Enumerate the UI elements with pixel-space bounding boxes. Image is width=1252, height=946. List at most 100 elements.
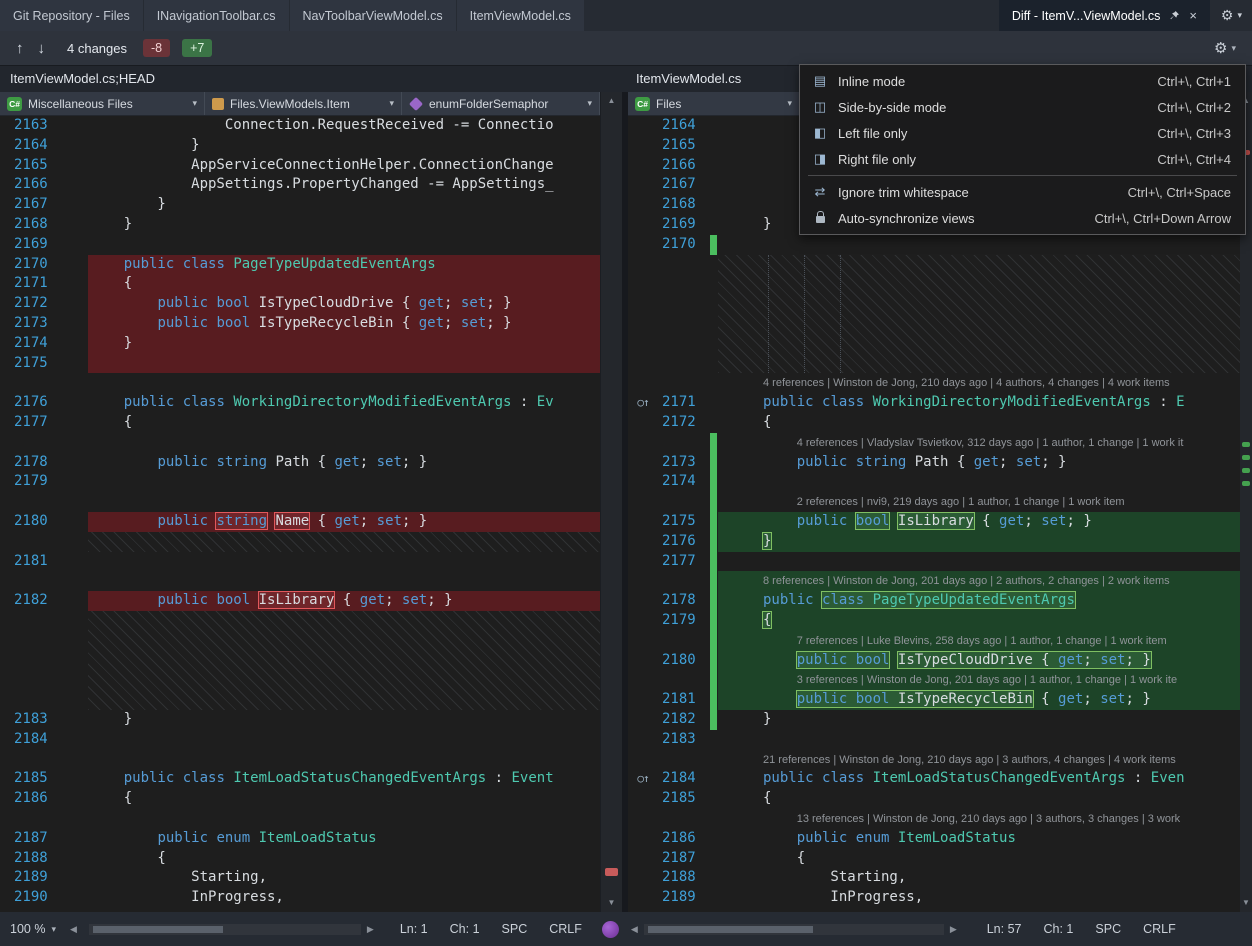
next-change-button[interactable]: ↓ (38, 41, 46, 56)
code-text[interactable]: { (718, 413, 1240, 433)
code-text[interactable]: Starting, (718, 868, 1240, 888)
codelens-text[interactable]: 2 references | nvi9, 219 days ago | 1 au… (718, 492, 1240, 512)
zoom-control[interactable]: 100 % ▾ (0, 922, 66, 936)
right-column-indicator[interactable]: Ch: 1 (1044, 922, 1074, 936)
codelens-text[interactable]: 13 references | Winston de Jong, 210 day… (718, 809, 1240, 829)
breadcrumb-dropdown-project[interactable]: C#Files▾ (628, 92, 800, 115)
codelens-text[interactable]: 3 references | Winston de Jong, 201 days… (718, 670, 1240, 690)
code-text[interactable]: { (718, 789, 1240, 809)
codelens-label[interactable]: 2 references | nvi9, 219 days ago | 1 au… (763, 493, 1124, 512)
code-text[interactable]: } (718, 532, 1240, 552)
code-text[interactable]: Connection.RequestReceived -= Connectio (88, 116, 600, 136)
code-text[interactable]: public class WorkingDirectoryModifiedEve… (88, 393, 600, 413)
scroll-left-icon[interactable]: ◀ (70, 924, 77, 935)
tab[interactable]: NavToolbarViewModel.cs (290, 0, 456, 31)
scroll-left-icon[interactable]: ◀ (631, 924, 638, 935)
code-text[interactable]: public class PageTypeUpdatedEventArgs (718, 591, 1240, 611)
code-text[interactable]: public bool IsTypeCloudDrive { get; set;… (88, 294, 600, 314)
left-space-indicator[interactable]: SPC (502, 922, 528, 936)
codelens-text[interactable]: 7 references | Luke Blevins, 258 days ag… (718, 631, 1240, 651)
code-text[interactable] (718, 730, 1240, 750)
codelens-label[interactable]: 21 references | Winston de Jong, 210 day… (763, 751, 1176, 770)
code-text[interactable]: public bool IsTypeRecycleBin { get; set;… (88, 314, 600, 334)
code-text[interactable]: public class ItemLoadStatusChangedEventA… (88, 769, 600, 789)
code-text[interactable]: } (88, 136, 600, 156)
code-text[interactable] (718, 552, 1240, 572)
scrollbar-thumb[interactable] (648, 926, 813, 933)
left-vertical-scrollbar[interactable]: ▲ ▼ (600, 92, 622, 912)
codelens-label[interactable]: 7 references | Luke Blevins, 258 days ag… (763, 632, 1167, 651)
right-horizontal-scrollbar[interactable] (644, 924, 944, 935)
codelens-text[interactable]: 8 references | Winston de Jong, 201 days… (718, 571, 1240, 591)
code-text[interactable]: public string Path { get; set; } (88, 453, 600, 473)
menu-item-right-file-only[interactable]: ◨Right file onlyCtrl+\, Ctrl+4 (802, 146, 1243, 172)
previous-change-button[interactable]: ↑ (16, 41, 24, 56)
code-text[interactable]: public string Name { get; set; } (88, 512, 600, 532)
code-text[interactable]: { (88, 849, 600, 869)
codelens-label[interactable]: 4 references | Winston de Jong, 210 days… (763, 374, 1170, 393)
code-text[interactable]: public enum ItemLoadStatus (718, 829, 1240, 849)
code-text[interactable]: public enum ItemLoadStatus (88, 829, 600, 849)
code-text[interactable]: AppSettings.PropertyChanged -= AppSettin… (88, 175, 600, 195)
tab[interactable]: Git Repository - Files (0, 0, 143, 31)
left-column-indicator[interactable]: Ch: 1 (450, 922, 480, 936)
code-text[interactable] (88, 235, 600, 255)
scroll-up-icon[interactable]: ▲ (601, 94, 622, 108)
scrollbar-thumb[interactable] (93, 926, 223, 933)
code-text[interactable]: { (718, 611, 1240, 631)
scroll-down-icon[interactable]: ▼ (1240, 896, 1252, 910)
code-text[interactable]: public class WorkingDirectoryModifiedEve… (718, 393, 1240, 413)
code-text[interactable]: { (88, 274, 600, 294)
code-text[interactable]: public class PageTypeUpdatedEventArgs (88, 255, 600, 275)
tab[interactable]: Diff - ItemV...ViewModel.cs× (999, 0, 1210, 31)
scroll-down-icon[interactable]: ▼ (601, 896, 622, 910)
code-text[interactable]: public bool IsTypeRecycleBin { get; set;… (718, 690, 1240, 710)
codelens-label[interactable]: 4 references | Vladyslav Tsvietkov, 312 … (763, 434, 1183, 453)
pin-icon[interactable] (1169, 10, 1180, 21)
right-eol-indicator[interactable]: CRLF (1143, 922, 1176, 936)
code-text[interactable] (88, 354, 600, 374)
code-text[interactable] (88, 552, 600, 572)
scroll-right-icon[interactable]: ▶ (950, 924, 957, 935)
code-text[interactable]: } (88, 334, 600, 354)
menu-item-auto-synchronize-views[interactable]: Auto-synchronize viewsCtrl+\, Ctrl+Down … (802, 205, 1243, 231)
codelens-label[interactable]: 3 references | Winston de Jong, 201 days… (763, 671, 1177, 690)
code-text[interactable]: } (718, 710, 1240, 730)
code-text[interactable]: } (88, 710, 600, 730)
codelens-text[interactable]: 4 references | Vladyslav Tsvietkov, 312 … (718, 433, 1240, 453)
chevron-down-icon[interactable]: ▾ (1237, 10, 1242, 21)
menu-item-ignore-trim-whitespace[interactable]: ⇄Ignore trim whitespaceCtrl+\, Ctrl+Spac… (802, 179, 1243, 205)
tab[interactable]: INavigationToolbar.cs (144, 0, 289, 31)
code-text[interactable]: AppServiceConnectionHelper.ConnectionCha… (88, 156, 600, 176)
code-text[interactable]: Starting, (88, 868, 600, 888)
gear-icon[interactable]: ⚙ (1221, 7, 1234, 24)
code-text[interactable]: public bool IsLibrary { get; set; } (88, 591, 600, 611)
codelens-text[interactable]: 21 references | Winston de Jong, 210 day… (718, 750, 1240, 770)
scroll-right-icon[interactable]: ▶ (367, 924, 374, 935)
menu-item-side-by-side-mode[interactable]: ◫Side-by-side modeCtrl+\, Ctrl+2 (802, 94, 1243, 120)
purple-status-icon[interactable] (602, 921, 619, 938)
changed-region-marker-icon[interactable]: ○↑ (628, 393, 658, 413)
menu-item-left-file-only[interactable]: ◧Left file onlyCtrl+\, Ctrl+3 (802, 120, 1243, 146)
left-horizontal-scrollbar[interactable] (89, 924, 361, 935)
code-text[interactable] (718, 235, 1240, 255)
close-icon[interactable]: × (1189, 8, 1197, 23)
breadcrumb-dropdown-member[interactable]: enumFolderSemaphor▾ (402, 92, 600, 115)
changed-region-marker-icon[interactable]: ○↑ (628, 769, 658, 789)
codelens-text[interactable]: 4 references | Winston de Jong, 210 days… (718, 373, 1240, 393)
breadcrumb-dropdown-type[interactable]: Files.ViewModels.Item▾ (205, 92, 402, 115)
code-text[interactable] (88, 730, 600, 750)
left-editor[interactable]: 2163 Connection.RequestReceived -= Conne… (0, 116, 600, 912)
left-line-indicator[interactable]: Ln: 1 (400, 922, 428, 936)
diff-settings-button[interactable]: ⚙ ▾ (1214, 39, 1236, 57)
right-editor[interactable]: 216421652166216721682169}21704 reference… (628, 116, 1240, 912)
code-text[interactable]: } (88, 215, 600, 235)
right-line-indicator[interactable]: Ln: 57 (987, 922, 1022, 936)
code-text[interactable] (718, 472, 1240, 492)
menu-item-inline-mode[interactable]: ▤Inline modeCtrl+\, Ctrl+1 (802, 68, 1243, 94)
left-eol-indicator[interactable]: CRLF (549, 922, 582, 936)
tab[interactable]: ItemViewModel.cs (457, 0, 584, 31)
codelens-label[interactable]: 8 references | Winston de Jong, 201 days… (763, 572, 1170, 591)
code-text[interactable]: InProgress, (718, 888, 1240, 908)
code-text[interactable]: public bool IsTypeCloudDrive { get; set;… (718, 651, 1240, 671)
